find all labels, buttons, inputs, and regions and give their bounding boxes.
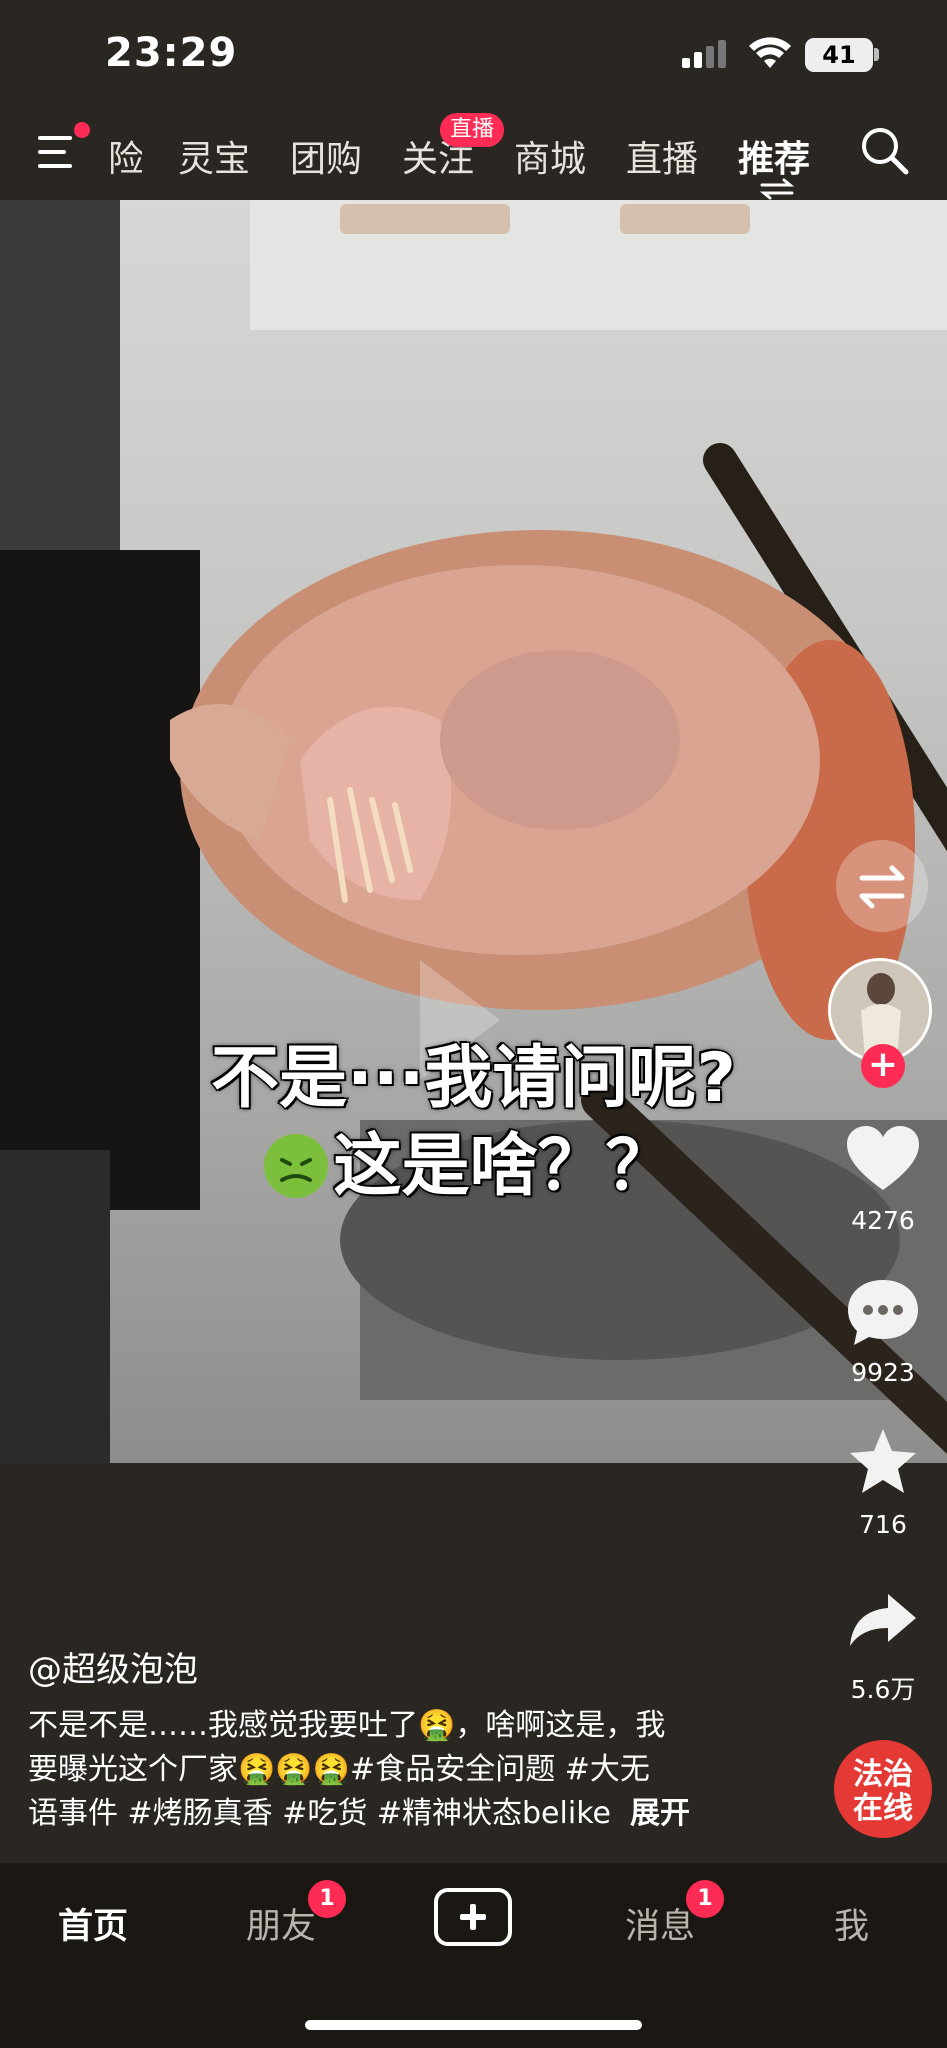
messages-badge: 1 <box>686 1880 724 1918</box>
tab-adventure[interactable]: 险 <box>108 130 142 182</box>
nav-me[interactable]: 我 <box>834 1898 869 1949</box>
tab-lingbao[interactable]: 灵宝 <box>178 130 250 182</box>
battery-indicator: 41 <box>805 38 873 72</box>
switch-feed-icon[interactable] <box>760 178 794 200</box>
notification-dot <box>74 122 90 138</box>
caption-line3: 语事件 #烤肠真香 #吃货 #精神状态belike 展开 <box>28 1792 748 1836</box>
video-subtitle-line2: 这是啥？？ <box>332 1126 675 1208</box>
nav-messages[interactable]: 消息 <box>625 1898 695 1949</box>
video-caption: 不是不是……我感觉我要吐了🤮，啥啊这是，我 要曝光这个厂家🤮🤮🤮#食品安全问题 … <box>28 1704 748 1836</box>
video-player[interactable]: 不是···我请问呢? 这是啥？？ <box>0 200 947 1463</box>
plus-icon <box>460 1904 486 1930</box>
home-indicator <box>305 2020 642 2030</box>
comment-icon[interactable] <box>844 1276 922 1348</box>
caption-line1: 不是不是……我感觉我要吐了🤮，啥啊这是，我 <box>28 1708 666 1743</box>
expand-caption-button[interactable]: 展开 <box>630 1796 690 1831</box>
video-frame <box>0 200 947 1463</box>
live-badge: 直播 <box>440 113 505 147</box>
share-arrow-icon[interactable] <box>846 1590 920 1650</box>
author-name[interactable]: @超级泡泡 <box>28 1642 198 1691</box>
caption-line2: 要曝光这个厂家🤮🤮🤮#食品安全问题 #大无 <box>28 1752 650 1787</box>
friends-badge: 1 <box>308 1880 346 1918</box>
status-time: 23:29 <box>105 30 238 76</box>
favorite-count: 716 <box>859 1510 907 1539</box>
tab-mall[interactable]: 商城 <box>514 130 586 182</box>
follow-button[interactable]: + <box>861 1044 905 1088</box>
tab-recommended[interactable]: 推荐 <box>738 130 810 182</box>
nav-friends[interactable]: 朋友 <box>246 1898 316 1949</box>
like-count: 4276 <box>851 1206 915 1235</box>
brand-logo[interactable]: 法治 在线 <box>834 1740 932 1838</box>
favorite-star-icon[interactable] <box>846 1426 920 1496</box>
nav-home[interactable]: 首页 <box>58 1898 128 1949</box>
swap-icon <box>859 865 905 909</box>
search-icon[interactable] <box>858 124 910 176</box>
battery-nub <box>874 48 879 61</box>
like-heart-icon[interactable] <box>845 1124 921 1192</box>
wifi-icon <box>749 37 791 68</box>
tab-group-buy[interactable]: 团购 <box>290 130 362 182</box>
nauseated-face-icon <box>264 1134 328 1198</box>
comment-count: 9923 <box>851 1358 915 1387</box>
caption-line3-text: 语事件 #烤肠真香 #吃货 #精神状态belike <box>28 1796 611 1831</box>
svg-text:法治: 法治 <box>853 1757 913 1792</box>
brand-logo-icon: 法治 在线 <box>836 1742 930 1836</box>
cellular-signal-icon <box>682 40 726 68</box>
play-mode-button[interactable] <box>836 840 928 932</box>
video-subtitle-line1: 不是···我请问呢? <box>210 1038 738 1120</box>
tab-live[interactable]: 直播 <box>626 130 698 182</box>
share-count: 5.6万 <box>850 1675 916 1704</box>
create-button[interactable] <box>434 1888 512 1946</box>
svg-text:在线: 在线 <box>853 1791 913 1826</box>
